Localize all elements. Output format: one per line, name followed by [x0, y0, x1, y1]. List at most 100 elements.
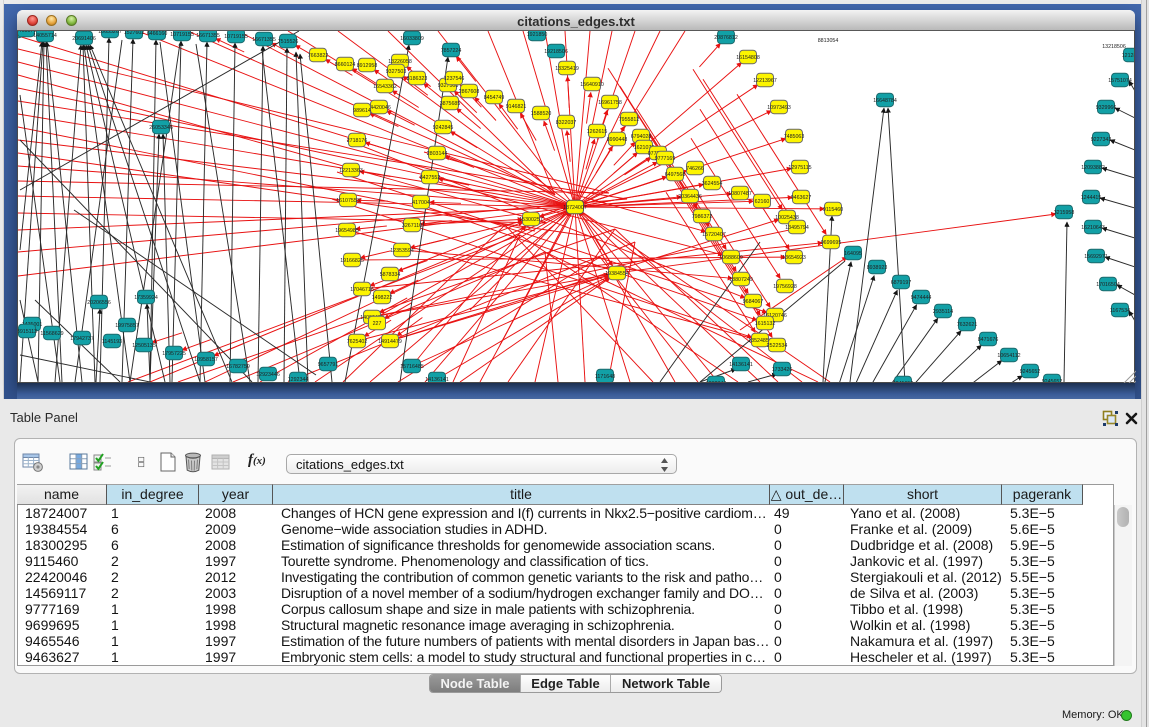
svg-text:1921850: 1921850 — [527, 32, 548, 38]
svg-text:9474444: 9474444 — [911, 295, 932, 301]
svg-text:2935114: 2935114 — [933, 309, 953, 315]
svg-text:12213967: 12213967 — [753, 78, 777, 84]
svg-text:9245652: 9245652 — [1020, 369, 1041, 375]
svg-text:19384554: 19384554 — [605, 271, 629, 277]
svg-text:26053346: 26053346 — [149, 125, 173, 131]
svg-text:3624554: 3624554 — [702, 181, 723, 187]
svg-text:14055714: 14055714 — [33, 33, 57, 39]
svg-text:19975857: 19975857 — [115, 323, 139, 329]
svg-text:9329966: 9329966 — [1096, 105, 1117, 111]
svg-text:15716485: 15716485 — [400, 364, 424, 370]
svg-text:1244415: 1244415 — [1081, 195, 1102, 201]
svg-text:7632621: 7632621 — [957, 322, 978, 328]
svg-text:12505135: 12505135 — [132, 343, 156, 349]
svg-text:17942737: 17942737 — [70, 336, 94, 342]
svg-text:6466160: 6466160 — [147, 31, 168, 37]
svg-text:17046716: 17046716 — [350, 287, 374, 293]
svg-text:3915113: 3915113 — [18, 329, 37, 335]
svg-text:10719155: 10719155 — [224, 34, 248, 40]
svg-text:7857224: 7857224 — [441, 48, 462, 54]
svg-text:19654985: 19654985 — [335, 228, 359, 234]
svg-text:15300257: 15300257 — [519, 217, 543, 223]
svg-text:8471676: 8471676 — [978, 337, 999, 343]
svg-text:2718176: 2718176 — [347, 138, 368, 144]
svg-text:10654112: 10654112 — [997, 353, 1020, 359]
svg-text:19166825: 19166825 — [340, 258, 364, 264]
svg-text:12093882: 12093882 — [1081, 165, 1105, 171]
svg-text:15692971: 15692971 — [1084, 254, 1108, 260]
svg-text:8454749: 8454749 — [484, 95, 505, 101]
svg-text:6497568: 6497568 — [665, 172, 686, 178]
svg-text:989614: 989614 — [353, 108, 371, 114]
svg-text:7986372: 7986372 — [692, 214, 713, 220]
svg-text:3875685: 3875685 — [440, 101, 461, 107]
svg-text:17016504: 17016504 — [1096, 282, 1120, 288]
svg-text:1292344: 1292344 — [706, 381, 727, 382]
svg-text:9146821: 9146821 — [506, 104, 527, 110]
svg-text:17957225: 17957225 — [162, 351, 186, 357]
svg-text:9245652: 9245652 — [893, 381, 914, 382]
svg-text:8427552: 8427552 — [420, 175, 441, 181]
svg-text:1262615: 1262615 — [587, 129, 608, 135]
svg-text:3267110: 3267110 — [402, 223, 422, 229]
svg-text:7625402: 7625402 — [347, 339, 368, 345]
svg-text:9242845: 9242845 — [433, 125, 454, 131]
svg-text:18724007: 18724007 — [563, 205, 587, 211]
svg-text:20876812: 20876812 — [714, 35, 738, 41]
svg-text:14914479: 14914479 — [378, 339, 402, 345]
svg-text:15751074: 15751074 — [1108, 78, 1132, 84]
svg-text:746266: 746266 — [686, 166, 704, 172]
svg-text:9245652: 9245652 — [1042, 379, 1063, 382]
svg-text:3215958: 3215958 — [1054, 210, 1075, 216]
svg-text:12213363: 12213363 — [339, 168, 363, 174]
svg-text:11568629: 11568629 — [40, 331, 63, 337]
svg-text:20364436: 20364436 — [678, 194, 702, 200]
svg-text:5878334: 5878334 — [380, 272, 401, 278]
svg-text:8322037: 8322037 — [556, 120, 577, 126]
svg-text:10655267: 10655267 — [98, 31, 122, 35]
svg-text:10973493: 10973493 — [767, 105, 791, 111]
svg-text:9699695: 9699695 — [821, 240, 842, 246]
svg-text:9684067: 9684067 — [743, 299, 764, 305]
svg-text:13218506: 13218506 — [1102, 44, 1126, 50]
svg-text:16671355: 16671355 — [196, 33, 220, 39]
svg-text:16210643: 16210643 — [1081, 225, 1105, 231]
svg-text:8990448: 8990448 — [607, 137, 628, 143]
svg-text:12353594: 12353594 — [390, 248, 414, 254]
svg-text:8186323: 8186323 — [407, 76, 428, 82]
svg-text:8660124: 8660124 — [335, 62, 356, 68]
svg-text:6794028: 6794028 — [631, 134, 652, 140]
svg-text:1588520: 1588520 — [531, 111, 552, 117]
svg-text:2803144: 2803144 — [427, 151, 448, 157]
svg-text:10719155: 10719155 — [170, 32, 194, 38]
svg-text:18807249: 18807249 — [729, 277, 753, 283]
svg-text:20691406: 20691406 — [72, 36, 96, 42]
svg-text:14136141: 14136141 — [729, 362, 753, 368]
svg-text:6879197: 6879197 — [891, 280, 912, 286]
svg-text:16961758: 16961758 — [598, 100, 622, 106]
svg-text:1527602: 1527602 — [124, 31, 145, 36]
svg-text:15720407: 15720407 — [702, 232, 726, 238]
svg-text:9227343: 9227343 — [1091, 137, 1112, 143]
svg-text:12975115: 12975115 — [788, 165, 811, 171]
svg-text:20206556: 20206556 — [87, 300, 111, 306]
svg-text:62160: 62160 — [755, 199, 770, 205]
svg-text:16154808: 16154808 — [736, 55, 760, 61]
svg-text:8912958: 8912958 — [357, 63, 378, 69]
svg-text:10807487: 10807487 — [728, 191, 752, 197]
svg-text:13654923: 13654923 — [782, 255, 806, 261]
svg-text:16543362: 16543362 — [373, 84, 397, 90]
svg-text:9657791: 9657791 — [318, 362, 339, 368]
svg-text:16648784: 16648784 — [873, 98, 897, 104]
svg-text:7485063: 7485063 — [784, 134, 805, 140]
svg-text:7663822: 7663822 — [308, 53, 329, 59]
svg-text:9327503: 9327503 — [386, 69, 407, 75]
svg-text:19756928: 19756928 — [773, 284, 797, 290]
svg-text:2522534: 2522534 — [767, 343, 788, 349]
svg-text:13325419: 13325419 — [555, 66, 579, 72]
svg-text:1615132: 1615132 — [755, 321, 776, 327]
svg-text:14136141: 14136141 — [425, 377, 449, 382]
svg-text:9115460: 9115460 — [823, 207, 843, 213]
svg-text:16671355: 16671355 — [252, 37, 276, 43]
svg-text:10688609: 10688609 — [719, 255, 743, 261]
